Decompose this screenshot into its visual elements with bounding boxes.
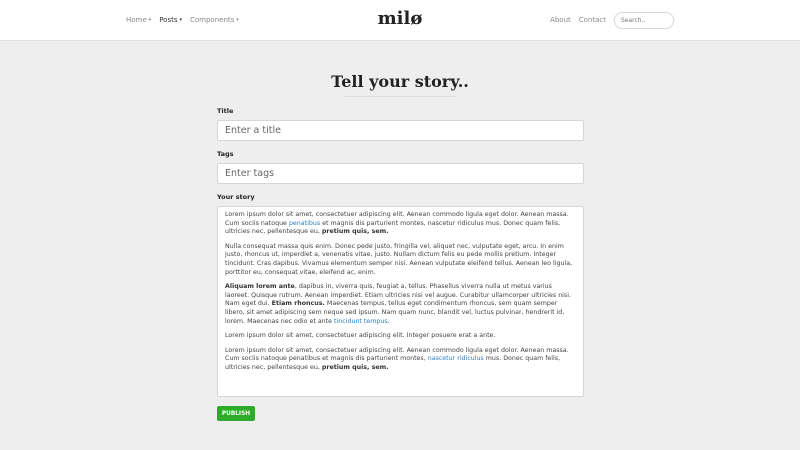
nav-home[interactable]: Home ▾: [126, 16, 151, 24]
tags-input[interactable]: [217, 163, 584, 184]
story-paragraph: Lorem ipsum dolor sit amet, consectetuer…: [225, 347, 576, 373]
title-label: Title: [217, 107, 234, 115]
tags-label: Tags: [217, 150, 234, 158]
story-editor[interactable]: Lorem ipsum dolor sit amet, consectetuer…: [217, 206, 584, 397]
story-link[interactable]: tincidunt tempus: [334, 318, 388, 325]
story-text: .: [387, 317, 390, 325]
brand-logo[interactable]: milø: [378, 8, 423, 29]
caret-down-icon: ▾: [179, 17, 182, 23]
story-paragraph: Lorem ipsum dolor sit amet, consectetuer…: [225, 211, 576, 237]
caret-down-icon: ▾: [148, 17, 152, 23]
nav-components[interactable]: Components ▾: [190, 16, 239, 24]
story-bold-text: pretium quis, sem.: [321, 363, 389, 371]
page-title: Tell your story..: [331, 72, 469, 91]
top-navbar: Home ▾ Posts ▾ Components ▾ milø About C…: [0, 0, 800, 41]
story-paragraph: Aliquam lorem ante, dapibus in, viverra …: [225, 283, 576, 326]
publish-button[interactable]: PUBLISH: [217, 406, 255, 421]
nav-home-label: Home: [126, 16, 147, 24]
story-bold-text: pretium quis, sem.: [321, 228, 389, 236]
nav-left-menu: Home ▾ Posts ▾ Components ▾: [126, 0, 239, 40]
story-link[interactable]: penatibus: [289, 220, 320, 227]
nav-components-label: Components: [190, 16, 235, 24]
story-bold-text: Etiam rhoncus.: [271, 300, 325, 308]
nav-contact[interactable]: Contact: [579, 16, 606, 24]
story-paragraph: Lorem ipsum dolor sit amet, consectetuer…: [225, 332, 496, 340]
search-input[interactable]: [614, 11, 674, 29]
title-input[interactable]: [217, 120, 584, 141]
story-bold-text: Aliquam lorem ante: [225, 283, 295, 291]
nav-about[interactable]: About: [550, 16, 571, 24]
nav-right-menu: About Contact: [550, 0, 674, 40]
story-label: Your story: [217, 193, 255, 201]
caret-down-icon: ▾: [236, 17, 239, 23]
title-divider: [345, 96, 455, 97]
story-link[interactable]: nascetur ridiculus: [428, 355, 484, 362]
nav-posts[interactable]: Posts ▾: [159, 16, 182, 24]
brand-wrapper: milø: [0, 8, 800, 29]
nav-posts-label: Posts: [159, 16, 178, 24]
story-paragraph: Nulla consequat massa quis enim. Donec p…: [225, 242, 573, 276]
